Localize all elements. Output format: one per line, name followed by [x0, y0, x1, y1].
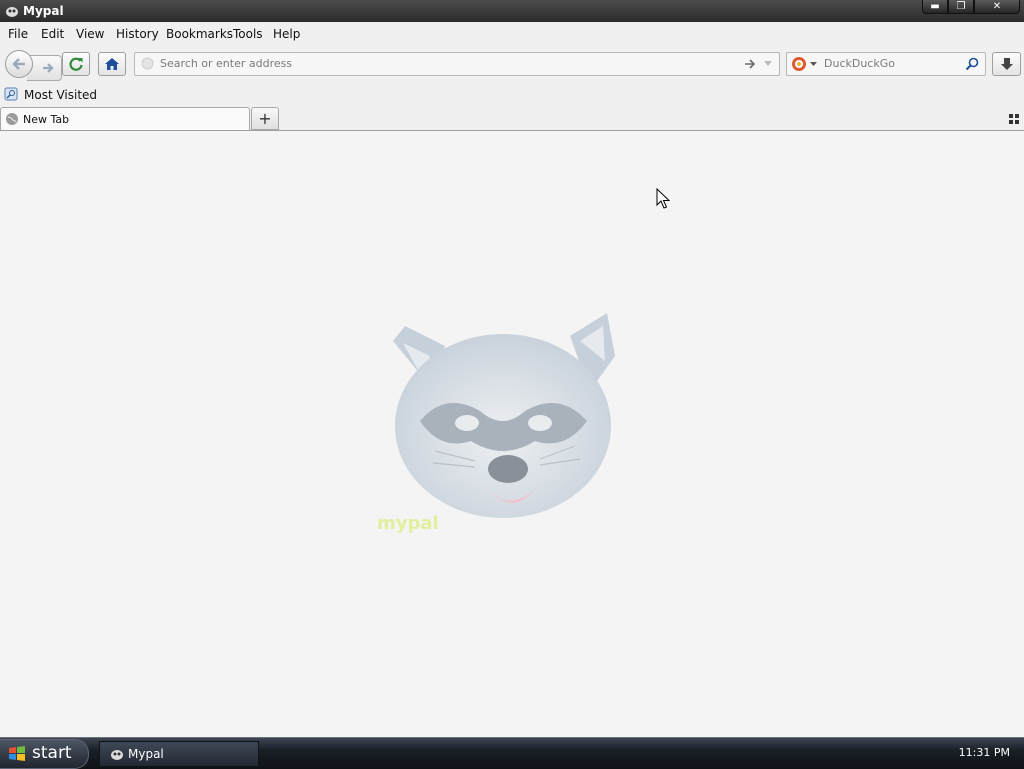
new-tab-button[interactable]: +	[251, 107, 279, 130]
minimize-button[interactable]: ▬	[922, 0, 948, 14]
bookmark-label: Most Visited	[24, 88, 98, 102]
plus-icon: +	[258, 109, 272, 128]
mypal-icon	[6, 7, 18, 17]
windows-logo-icon	[9, 746, 25, 761]
window-title: Mypal	[23, 4, 64, 18]
home-icon	[105, 58, 119, 70]
restore-icon: ❐	[956, 0, 966, 12]
duckduckgo-icon[interactable]	[791, 56, 807, 72]
restore-button[interactable]: ❐	[948, 0, 974, 14]
search-engine-dropdown-icon[interactable]	[810, 62, 817, 67]
system-clock: 11:31 PM	[958, 746, 1010, 759]
back-forward-group	[5, 50, 62, 81]
new-tab-page: mypal	[0, 131, 1024, 737]
globe-icon	[6, 113, 18, 125]
navigation-toolbar: Search or enter address DuckDuckGo	[0, 46, 1024, 84]
close-button[interactable]: ✕	[974, 0, 1020, 14]
menu-edit[interactable]: Edit	[41, 27, 64, 41]
menu-tools[interactable]: Tools	[233, 27, 263, 41]
tab-label: New Tab	[23, 113, 70, 126]
home-button[interactable]	[98, 52, 126, 76]
mouse-cursor-icon	[656, 188, 670, 209]
most-visited-icon	[4, 87, 18, 101]
title-bar: Mypal ▬ ❐ ✕	[0, 0, 1024, 22]
search-bar[interactable]: DuckDuckGo	[786, 52, 986, 76]
download-icon	[1000, 58, 1013, 70]
address-placeholder: Search or enter address	[160, 57, 293, 70]
site-identity-icon	[141, 57, 154, 70]
window-controls: ▬ ❐ ✕	[922, 0, 1020, 14]
address-bar[interactable]: Search or enter address	[134, 52, 780, 76]
back-arrow-icon	[12, 58, 25, 70]
tab-groups-icon[interactable]	[1009, 114, 1019, 124]
downloads-button[interactable]	[992, 52, 1021, 76]
taskbar-item-label: Mypal	[128, 747, 164, 761]
reload-icon	[69, 57, 83, 71]
tab-new-tab[interactable]: New Tab	[0, 107, 250, 130]
tab-strip: New Tab +	[0, 106, 1024, 131]
close-icon: ✕	[992, 0, 1002, 12]
mypal-logo-text: mypal	[377, 513, 439, 534]
menu-bar: File Edit View History Bookmarks Tools H…	[0, 22, 1024, 46]
bookmarks-toolbar: Most Visited	[0, 84, 1024, 106]
minimize-icon: ▬	[930, 0, 940, 12]
search-placeholder: DuckDuckGo	[824, 57, 895, 70]
taskbar: start Mypal 11:31 PM	[0, 737, 1024, 769]
menu-help[interactable]: Help	[273, 27, 300, 41]
menu-file[interactable]: File	[8, 27, 28, 41]
start-label: start	[32, 743, 72, 763]
back-button[interactable]	[5, 50, 33, 78]
search-icon[interactable]	[965, 57, 979, 71]
menu-view[interactable]: View	[76, 27, 104, 41]
dropdown-icon[interactable]	[763, 60, 773, 68]
menu-bookmarks[interactable]: Bookmarks	[166, 27, 233, 41]
taskbar-item-mypal[interactable]: Mypal	[99, 741, 259, 767]
mypal-raccoon-logo: mypal	[377, 313, 615, 534]
forward-arrow-icon	[43, 63, 54, 73]
mypal-icon	[111, 750, 123, 760]
start-button[interactable]: start	[0, 739, 89, 769]
menu-history[interactable]: History	[116, 27, 159, 41]
go-arrow-icon[interactable]	[743, 57, 757, 71]
reload-button[interactable]	[62, 52, 90, 76]
